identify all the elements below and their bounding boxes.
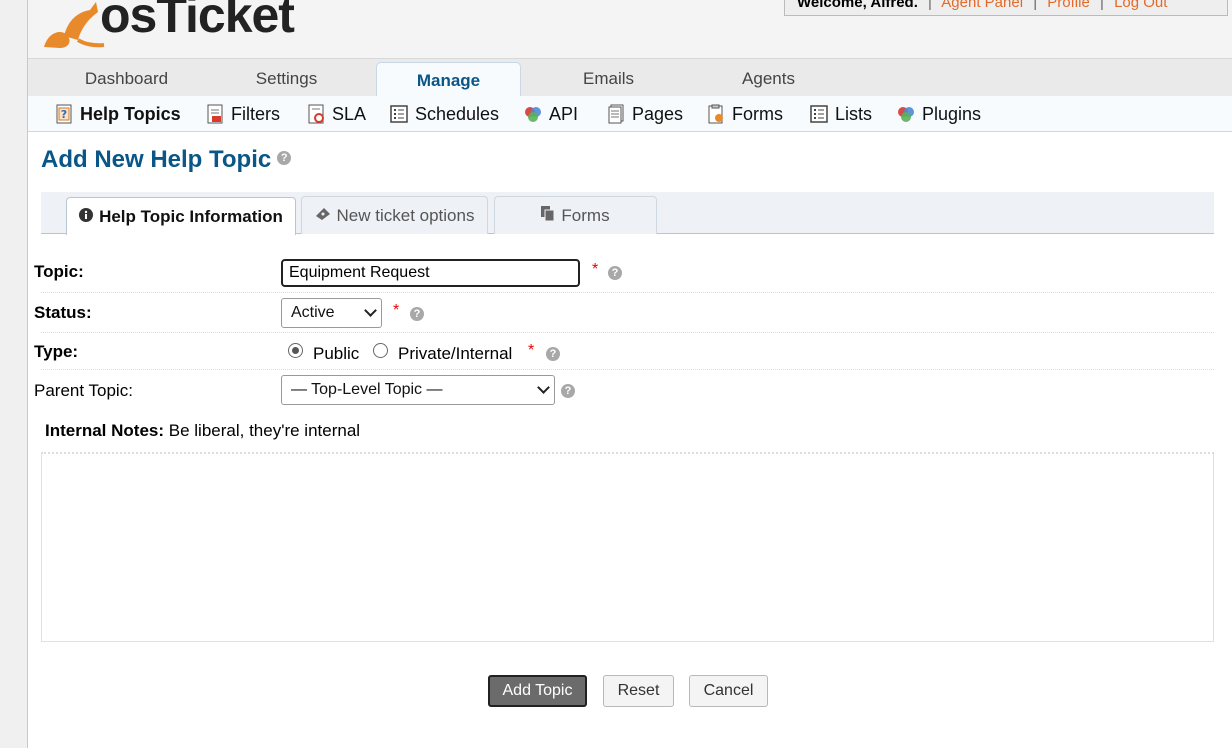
agent-panel-link[interactable]: Agent Panel [941, 0, 1023, 11]
parent-topic-label: Parent Topic: [34, 381, 133, 400]
reset-button[interactable]: Reset [603, 675, 674, 707]
help-topics-icon: ? [56, 104, 72, 124]
subnav-label: Help Topics [80, 103, 181, 124]
parent-topic-value: — Top-Level Topic — [291, 381, 443, 398]
api-icon [525, 107, 541, 122]
subnav-plugins[interactable]: Plugins [896, 96, 981, 132]
status-value: Active [291, 304, 335, 321]
status-label: Status: [34, 303, 92, 322]
form-tabs: Help Topic Information New ticket option… [41, 192, 1214, 235]
internal-notes-editor[interactable] [41, 452, 1214, 642]
nav-tab-agents[interactable]: Agents [690, 59, 847, 97]
nav-tab-emails[interactable]: Emails [530, 59, 687, 97]
cancel-button[interactable]: Cancel [689, 675, 768, 707]
internal-notes-hint: Be liberal, they're internal [168, 421, 361, 440]
kangaroo-logo-icon [44, 2, 105, 48]
header: osTicket Welcome, Alfred. | Agent Panel … [28, 0, 1232, 58]
help-icon[interactable]: ? [277, 150, 292, 165]
logo-text: osTicket [100, 0, 295, 43]
status-help-icon[interactable]: ? [410, 307, 424, 321]
type-label: Type: [34, 342, 79, 361]
subnav-label: Forms [732, 103, 783, 124]
schedules-icon [390, 105, 408, 123]
type-private-label: Private/Internal [398, 344, 513, 363]
main-nav: Dashboard Settings Manage Emails Agents [28, 58, 1232, 98]
tab-label: New ticket options [336, 205, 475, 225]
subnav-label: SLA [332, 103, 367, 124]
type-row [41, 333, 1214, 370]
parent-topic-select[interactable]: — Top-Level Topic — [281, 375, 555, 405]
internal-notes-label: Internal Notes: [45, 421, 165, 440]
topic-label: Topic: [34, 262, 84, 281]
page: osTicket Welcome, Alfred. | Agent Panel … [27, 0, 1232, 748]
required-mark: * [592, 261, 599, 278]
subnav-pages[interactable]: Pages [606, 96, 683, 132]
page-title-text: Add New Help Topic [41, 146, 272, 173]
type-private-radio[interactable] [373, 343, 388, 358]
subnav-schedules[interactable]: Schedules [389, 96, 499, 132]
info-icon [79, 207, 94, 226]
pages-icon [608, 104, 624, 124]
nav-tab-dashboard[interactable]: Dashboard [48, 59, 205, 97]
status-select[interactable]: Active [281, 298, 382, 328]
subnav-lists[interactable]: Lists [809, 96, 872, 132]
subnav-label: Lists [835, 103, 873, 124]
subnav-label: API [549, 103, 579, 124]
ost-logo[interactable]: osTicket [38, 0, 308, 52]
nav-tab-manage[interactable]: Manage [376, 62, 521, 98]
subnav-label: Schedules [415, 103, 500, 124]
ticket-icon [315, 207, 331, 225]
topic-row [41, 252, 1214, 293]
subnav-sla[interactable]: SLA [306, 96, 366, 132]
status-row [41, 293, 1214, 333]
tab-help-topic-information[interactable]: Help Topic Information [66, 197, 296, 235]
svg-text:?: ? [61, 108, 67, 121]
internal-notes-heading: Internal Notes: Be liberal, they're inte… [45, 421, 360, 441]
parent-topic-help-icon[interactable]: ? [561, 384, 575, 398]
topic-input[interactable] [281, 259, 580, 287]
parent-topic-row [41, 370, 1214, 410]
subnav-forms[interactable]: Forms [706, 96, 783, 132]
subnav-filters[interactable]: Filters [205, 96, 280, 132]
type-public-label: Public [313, 344, 360, 363]
subnav-api[interactable]: API [523, 96, 578, 132]
tab-label: Forms [561, 205, 610, 225]
logout-link[interactable]: Log Out [1114, 0, 1167, 11]
required-mark: * [528, 342, 535, 359]
sub-nav: ? Help Topics Filters SLA Schedules API … [28, 96, 1232, 132]
page-title: Add New Help Topic? [41, 146, 292, 174]
welcome-text: Welcome, Alfred. [797, 0, 918, 11]
plugins-icon [898, 107, 914, 122]
filters-icon [207, 104, 223, 124]
type-help-icon[interactable]: ? [546, 347, 560, 361]
subnav-label: Filters [231, 103, 280, 124]
add-topic-button[interactable]: Add Topic [488, 675, 587, 707]
user-links-bar: Welcome, Alfred. | Agent Panel | Profile… [784, 0, 1228, 16]
profile-link[interactable]: Profile [1047, 0, 1090, 11]
tab-label: Help Topic Information [99, 206, 283, 226]
forms-icon [708, 104, 723, 124]
lists-icon [810, 105, 828, 123]
copy-icon [541, 206, 555, 225]
nav-tab-settings[interactable]: Settings [208, 59, 365, 97]
tab-new-ticket-options[interactable]: New ticket options [301, 196, 488, 234]
required-mark: * [393, 302, 400, 319]
subnav-help-topics[interactable]: ? Help Topics [54, 96, 181, 132]
sla-icon [308, 104, 324, 124]
tab-forms[interactable]: Forms [494, 196, 657, 234]
subnav-label: Pages [632, 103, 684, 124]
chevron-down-icon [364, 304, 377, 317]
topic-help-icon[interactable]: ? [608, 266, 622, 280]
type-public-radio[interactable] [288, 343, 303, 358]
subnav-label: Plugins [922, 103, 982, 124]
chevron-down-icon [537, 381, 550, 394]
